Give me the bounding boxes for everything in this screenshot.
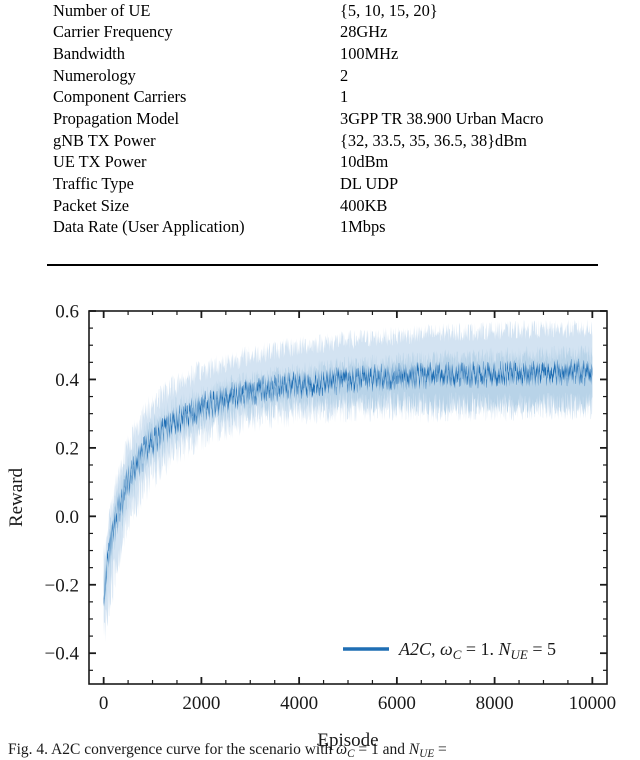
table-row: Numerology 2 [47,65,598,87]
y-tick-label: −0.4 [45,644,80,665]
x-tick-label: 6000 [378,693,416,714]
parameter-name: Propagation Model [53,109,180,129]
parameter-value: {5, 10, 15, 20} [340,0,438,20]
table-row: Traffic Type DL UDP [47,174,598,196]
reward-convergence-chart: 0 2000 4000 6000 8000 10000 −0.4 −0.2 0.0 0.2 0.4 0… [6,302,617,760]
legend-label: A2C, ωC = 1. NUE = 5 [398,639,556,662]
x-tick-label: 4000 [280,693,318,714]
x-tick-label: 0 [99,693,109,714]
parameter-name: Component Carriers [53,87,187,107]
figure-caption: Fig. 4. A2C convergence curve for the sc… [8,741,447,760]
parameter-name: Number of UE [53,0,151,20]
x-tick-label: 8000 [476,693,514,714]
parameter-value: 1Mbps [340,217,386,237]
table-bottom-rule [47,264,598,266]
table-row: Number of UE {5, 10, 15, 20} [47,0,598,22]
table-row: gNB TX Power {32, 33.5, 35, 36.5, 38}dBm [47,130,598,152]
parameter-name: UE TX Power [53,152,147,172]
table-row: UE TX Power 10dBm [47,152,598,174]
y-tick-label: 0.6 [55,302,79,323]
parameter-name: Packet Size [53,195,130,215]
figure-4: 0 2000 4000 6000 8000 10000 −0.4 −0.2 0.0 0.2 0.4 0… [0,276,640,760]
parameter-name: gNB TX Power [53,130,156,150]
parameter-value: 28GHz [340,22,388,42]
y-tick-label: −0.2 [45,575,79,596]
parameter-value: DL UDP [340,174,399,194]
parameter-value: 10dBm [340,152,389,172]
table-row: Packet Size 400KB [47,195,598,217]
y-tick-label: 0.4 [55,370,79,391]
parameter-name: Numerology [53,65,136,85]
table-row: Bandwidth 100MHz [47,43,598,65]
parameter-value: 1 [340,87,349,107]
y-axis-label: Reward [6,467,27,527]
x-tick-label: 10000 [569,693,617,714]
parameter-name: Traffic Type [53,174,134,194]
parameter-value: 3GPP TR 38.900 Urban Macro [340,109,544,129]
y-tick-label: 0.0 [55,507,79,528]
table-row: Propagation Model 3GPP TR 38.900 Urban Ma… [47,108,598,130]
parameter-value: 2 [340,65,349,85]
x-tick-label: 2000 [182,693,220,714]
table-row: Carrier Frequency 28GHz [47,22,598,44]
y-tick-label: 0.2 [55,438,79,459]
simulation-parameters-table: Number of UE {5, 10, 15, 20} Carrier Frequ… [47,0,598,239]
parameter-name: Carrier Frequency [53,22,173,42]
table-row: Component Carriers 1 [47,87,598,109]
chart-legend[interactable]: A2C, ωC = 1. NUE = 5 [343,639,556,662]
parameter-value: 400KB [340,195,388,215]
parameter-name: Data Rate (User Application) [53,217,245,237]
parameters-table: Number of UE {5, 10, 15, 20} Carrier Frequ… [47,0,598,239]
parameter-name: Bandwidth [53,43,125,63]
parameter-value: 100MHz [340,43,399,63]
parameter-value: {32, 33.5, 35, 36.5, 38}dBm [340,130,527,150]
table-row: Data Rate (User Application) 1Mbps [47,217,598,239]
